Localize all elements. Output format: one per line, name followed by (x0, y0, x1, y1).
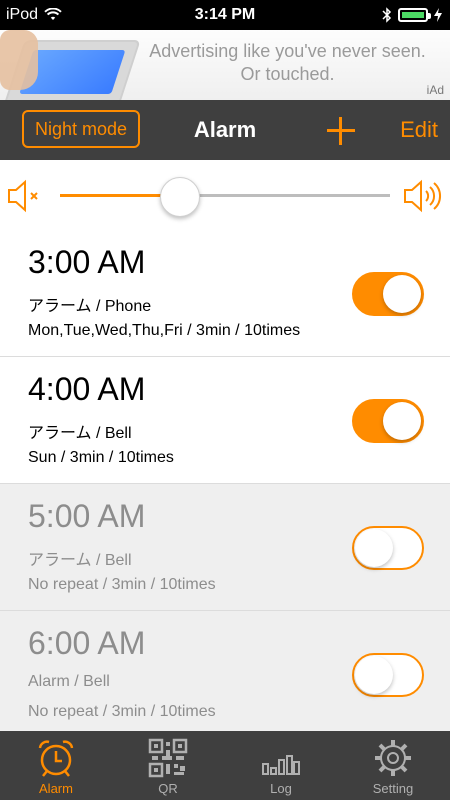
volume-high-icon (404, 179, 441, 213)
charging-icon (434, 8, 442, 22)
toggle-knob (355, 656, 393, 694)
status-right (382, 7, 442, 23)
alarm-toggle[interactable] (352, 272, 424, 316)
ad-text-line1: Advertising like you've never seen. (149, 41, 426, 61)
alarm-repeat: Mon,Tue,Wed,Thu,Fri / 3min / 10times (28, 322, 301, 339)
alarm-repeat: Sun / 3min / 10times (28, 449, 174, 466)
alarm-toggle[interactable] (352, 399, 424, 443)
alarm-sound: Alarm / Bell (28, 673, 110, 690)
alarm-repeat: No repeat / 3min / 10times (28, 576, 216, 593)
alarm-sound: アラーム / Phone (28, 298, 152, 315)
alarm-toggle[interactable] (352, 526, 424, 570)
toggle-knob (355, 529, 393, 567)
alarm-row[interactable]: 4:00 AM アラーム / Bell Sun / 3min / 10times (0, 357, 450, 484)
ad-text: Advertising like you've never seen. Or t… (135, 40, 440, 86)
tab-label: Log (270, 781, 292, 796)
edit-button[interactable]: Edit (400, 100, 438, 160)
battery-fill (402, 12, 424, 18)
toggle-knob (383, 275, 421, 313)
ad-hand-image (0, 30, 38, 90)
alarm-row[interactable]: 3:00 AM アラーム / Phone Mon,Tue,Wed,Thu,Fri… (0, 230, 450, 357)
battery-nub (428, 13, 431, 19)
page-title: Alarm (193, 117, 257, 142)
add-alarm-button[interactable] (327, 117, 355, 145)
tab-label: QR (158, 781, 178, 796)
ad-label: iAd (426, 83, 444, 97)
ad-text-line2: Or touched. (240, 64, 335, 84)
volume-slider[interactable] (60, 177, 390, 217)
alarm-sound: アラーム / Bell (28, 425, 132, 442)
tab-qr[interactable]: QR (112, 731, 224, 800)
tab-bar: Alarm QR Log Setting (0, 731, 450, 800)
tab-log[interactable]: Log (225, 731, 337, 800)
tab-alarm[interactable]: Alarm (0, 731, 112, 800)
nav-bar: Night mode Alarm Edit (0, 100, 450, 160)
alarm-time: 3:00 AM (28, 244, 146, 280)
alarm-time: 6:00 AM (28, 625, 146, 661)
qr-code-icon (148, 738, 188, 778)
alarm-row[interactable]: 6:00 AM Alarm / Bell No repeat / 3min / … (0, 611, 450, 738)
alarm-time: 4:00 AM (28, 371, 146, 407)
alarm-sound: アラーム / Bell (28, 552, 132, 569)
gear-icon (375, 740, 411, 776)
ad-banner[interactable]: Advertising like you've never seen. Or t… (0, 30, 450, 101)
alarm-clock-icon (38, 740, 74, 777)
alarm-list: 3:00 AM アラーム / Phone Mon,Tue,Wed,Thu,Fri… (0, 230, 450, 738)
status-bar: iPod 3:14 PM (0, 0, 450, 30)
volume-row (0, 160, 450, 231)
battery-icon (398, 8, 431, 22)
night-mode-button[interactable]: Night mode (22, 110, 140, 148)
bar-chart-icon (262, 755, 300, 775)
alarm-time: 5:00 AM (28, 498, 146, 534)
tab-label: Setting (372, 781, 414, 796)
alarm-row[interactable]: 5:00 AM アラーム / Bell No repeat / 3min / 1… (0, 484, 450, 611)
toggle-knob (383, 402, 421, 440)
volume-mute-icon (8, 179, 38, 213)
alarm-repeat: No repeat / 3min / 10times (28, 703, 216, 720)
tab-label: Alarm (39, 781, 73, 796)
alarm-toggle[interactable] (352, 653, 424, 697)
tab-setting[interactable]: Setting (337, 731, 449, 800)
bluetooth-icon (382, 7, 392, 23)
volume-slider-thumb[interactable] (159, 177, 200, 217)
